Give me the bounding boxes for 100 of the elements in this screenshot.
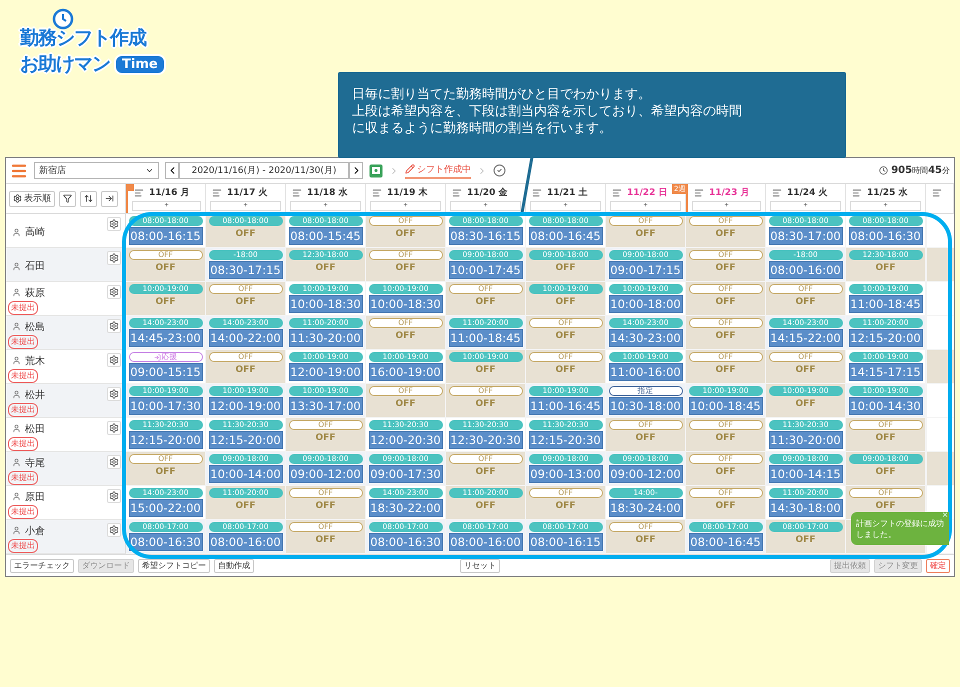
shift-time[interactable]: 14:30-23:00 (608, 329, 682, 347)
settings-button[interactable] (107, 421, 121, 435)
shift-off[interactable]: OFF (796, 365, 816, 375)
shift-time[interactable]: 13:30-17:00 (288, 397, 362, 415)
shift-time[interactable]: 08:00-16:00 (768, 261, 842, 279)
shift-off[interactable]: OFF (476, 365, 496, 375)
shift-off[interactable]: OFF (796, 535, 816, 545)
shift-off[interactable]: OFF (236, 365, 256, 375)
shift-time[interactable]: 10:00-18:30 (288, 295, 362, 313)
footer-button[interactable]: エラーチェック (10, 558, 74, 572)
shift-time[interactable]: 10:00-18:45 (688, 397, 762, 415)
footer-button[interactable]: 希望シフトコピー (138, 558, 210, 572)
shift-time[interactable]: 14:15-17:15 (848, 363, 922, 381)
shift-time[interactable]: 12:00-19:00 (288, 363, 362, 381)
shift-time[interactable]: 08:00-16:30 (128, 533, 202, 551)
shift-off[interactable]: OFF (716, 433, 736, 443)
shift-time[interactable]: 15:00-22:00 (128, 499, 202, 517)
shift-off[interactable]: OFF (796, 399, 816, 409)
settings-button[interactable] (107, 285, 121, 299)
settings-button[interactable] (107, 353, 121, 367)
shift-off[interactable]: OFF (796, 297, 816, 307)
expand-button[interactable] (101, 190, 118, 206)
settings-button[interactable] (107, 523, 121, 537)
shift-off[interactable]: OFF (396, 399, 416, 409)
shift-time[interactable]: 08:30-17:15 (208, 261, 282, 279)
shift-off[interactable]: OFF (636, 535, 656, 545)
shift-off[interactable]: OFF (556, 263, 576, 273)
shift-time[interactable]: 10:00-18:00 (608, 295, 682, 313)
settings-button[interactable] (107, 251, 121, 265)
shift-off[interactable]: OFF (716, 365, 736, 375)
lines-icon[interactable] (292, 188, 302, 198)
shift-time[interactable]: 08:00-16:15 (128, 227, 202, 245)
shift-off[interactable]: OFF (876, 263, 896, 273)
shift-time[interactable]: 09:00-15:15 (128, 363, 202, 381)
shift-time[interactable]: 09:00-13:00 (528, 465, 602, 483)
shift-time[interactable]: 08:00-16:45 (528, 227, 602, 245)
menu-icon[interactable] (10, 162, 28, 180)
next-button[interactable] (349, 162, 363, 179)
shift-time[interactable]: 08:30-17:00 (768, 227, 842, 245)
lines-icon[interactable] (852, 188, 862, 198)
lines-icon[interactable] (452, 188, 462, 198)
shift-time[interactable]: 18:30-24:00 (608, 499, 682, 517)
shift-time[interactable]: 09:00-17:30 (368, 465, 442, 483)
filter-button[interactable] (59, 190, 76, 206)
shift-time[interactable]: 08:00-16:15 (528, 533, 602, 551)
shift-off[interactable]: OFF (636, 229, 656, 239)
shift-off[interactable]: OFF (716, 331, 736, 341)
lines-icon[interactable] (694, 188, 704, 198)
lines-icon[interactable] (532, 188, 542, 198)
shift-time[interactable]: 08:00-16:30 (848, 227, 922, 245)
shift-time[interactable]: 12:15-20:30 (528, 431, 602, 449)
shift-time[interactable]: 14:15-22:00 (768, 329, 842, 347)
shift-time[interactable]: 14:00-22:00 (208, 329, 282, 347)
shift-time[interactable]: 14:45-23:00 (128, 329, 202, 347)
check-circle-icon[interactable] (493, 164, 506, 177)
lines-icon[interactable] (932, 188, 942, 198)
shift-off[interactable]: OFF (316, 535, 336, 545)
shift-time[interactable]: 12:15-20:00 (848, 329, 922, 347)
shift-off[interactable]: OFF (316, 263, 336, 273)
shift-off[interactable]: OFF (556, 331, 576, 341)
shift-off[interactable]: OFF (716, 263, 736, 273)
settings-button[interactable] (107, 319, 121, 333)
shift-time[interactable]: 10:00-14:30 (848, 397, 922, 415)
settings-button[interactable] (107, 455, 121, 469)
shift-time[interactable]: 14:30-18:00 (768, 499, 842, 517)
lines-icon[interactable] (212, 188, 222, 198)
shift-time[interactable]: 08:30-16:15 (448, 227, 522, 245)
shift-time[interactable]: 12:00-19:00 (208, 397, 282, 415)
store-select[interactable]: 新宿店 (34, 162, 159, 179)
shift-time[interactable]: 11:30-20:00 (768, 431, 842, 449)
shift-off[interactable]: OFF (556, 297, 576, 307)
shift-time[interactable]: 10:00-14:00 (208, 465, 282, 483)
shift-off[interactable]: OFF (876, 501, 896, 511)
close-button[interactable]: × (942, 510, 948, 521)
shift-time[interactable]: 08:00-16:00 (208, 533, 282, 551)
shift-off[interactable]: OFF (476, 297, 496, 307)
shift-off[interactable]: OFF (396, 263, 416, 273)
shift-time[interactable]: 10:00-17:30 (128, 397, 202, 415)
shift-off[interactable]: OFF (396, 229, 416, 239)
settings-button[interactable] (107, 489, 121, 503)
shift-time[interactable]: 09:00-12:00 (288, 465, 362, 483)
shift-time[interactable]: 09:00-12:00 (608, 465, 682, 483)
shift-time[interactable]: 10:30-18:00 (608, 397, 682, 415)
shift-time[interactable]: 08:00-16:00 (448, 533, 522, 551)
shift-off[interactable]: OFF (556, 501, 576, 511)
shift-off[interactable]: OFF (716, 501, 736, 511)
shift-time[interactable]: 09:00-17:15 (608, 261, 682, 279)
lines-icon[interactable] (612, 188, 622, 198)
sort-order-button[interactable]: 表示順 (9, 190, 55, 206)
settings-button[interactable] (107, 217, 121, 231)
shift-time[interactable]: 11:30-20:00 (288, 329, 362, 347)
shift-time[interactable]: 11:00-16:00 (608, 363, 682, 381)
settings-button[interactable] (107, 387, 121, 401)
previous-button[interactable] (165, 162, 179, 179)
shift-off[interactable]: OFF (316, 501, 336, 511)
shift-off[interactable]: OFF (476, 501, 496, 511)
shift-time[interactable]: 12:15-20:00 (128, 431, 202, 449)
shift-off[interactable]: OFF (156, 263, 176, 273)
shift-time[interactable]: 12:00-20:30 (368, 431, 442, 449)
lines-icon[interactable] (772, 188, 782, 198)
